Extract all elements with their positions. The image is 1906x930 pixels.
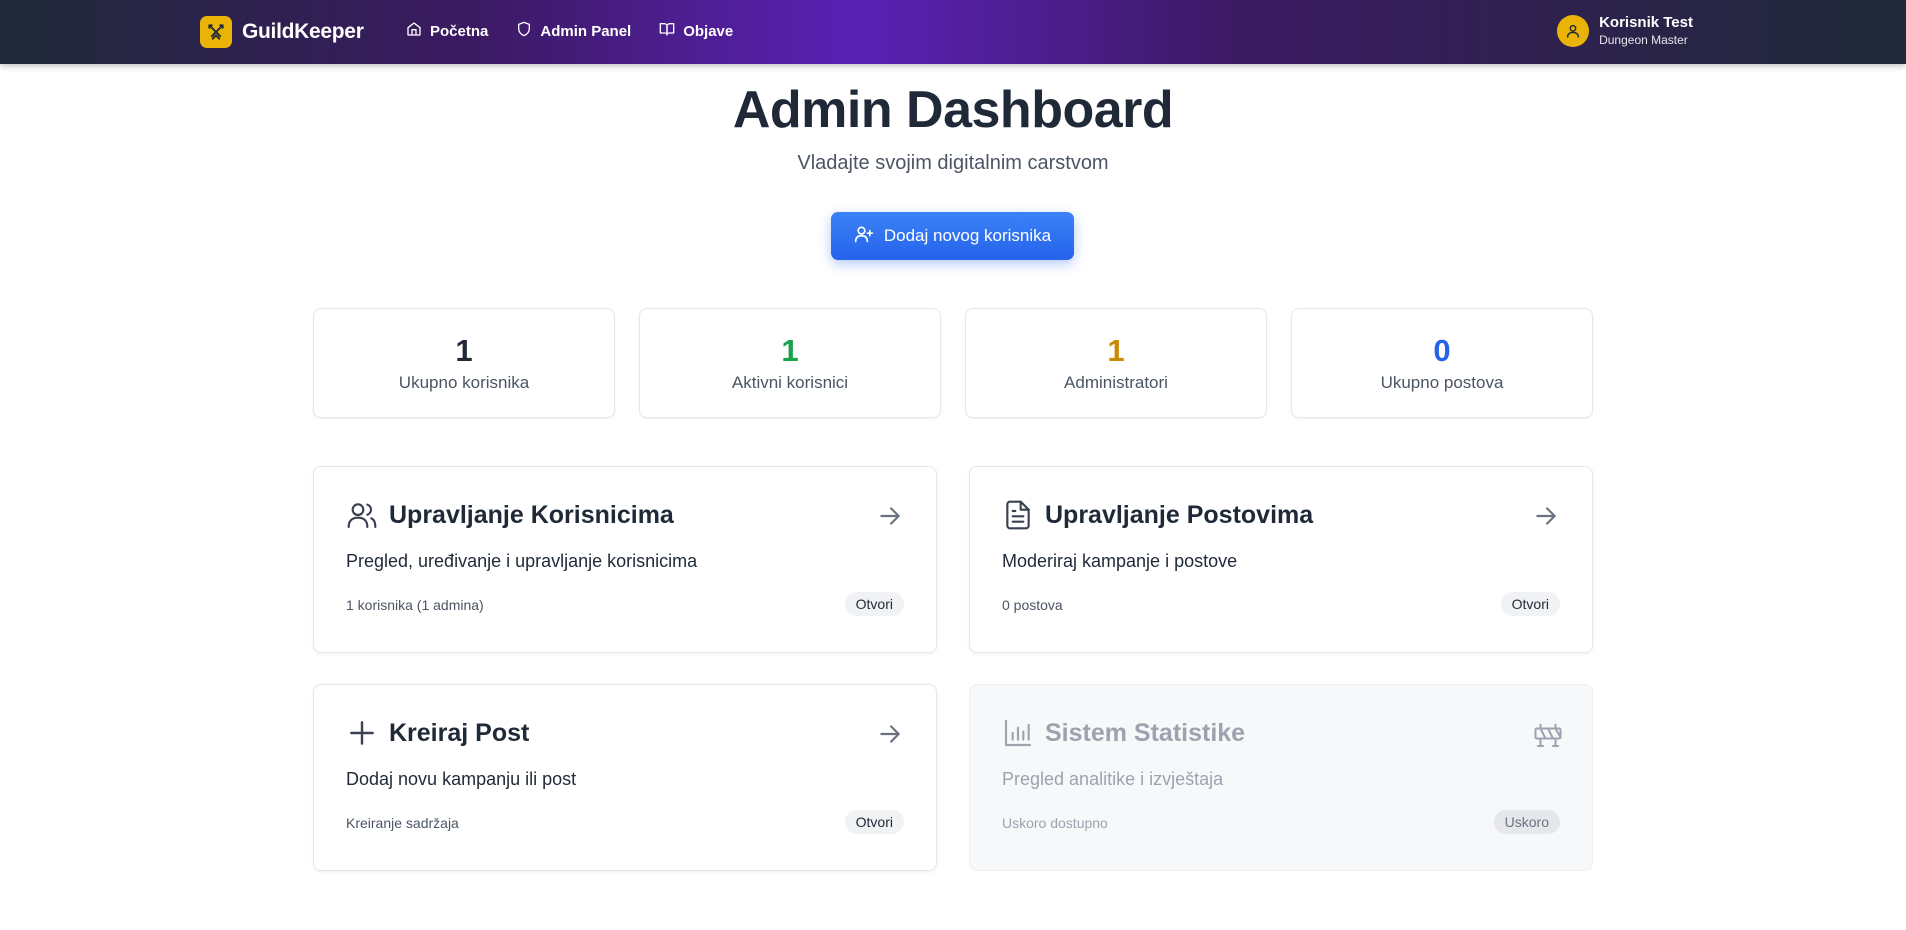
stat-card-total-users: 1 Ukupno korisnika (313, 308, 615, 418)
open-badge[interactable]: Otvori (844, 592, 904, 616)
stat-value: 0 (1433, 333, 1451, 368)
add-user-label: Dodaj novog korisnika (883, 226, 1052, 245)
card-user-management[interactable]: Upravljanje Korisnicima Pregled, uređiva… (313, 466, 937, 653)
card-title: Upravljanje Korisnicima (389, 501, 674, 529)
card-description: Dodaj novu kampanju ili post (346, 769, 577, 789)
card-create-post[interactable]: Kreiraj Post Dodaj novu kampanju ili pos… (313, 684, 937, 871)
card-system-statistics: Sistem Statistike Pregled analitike i iz… (969, 684, 1593, 871)
user-icon (1557, 15, 1590, 47)
bar-chart-icon (1002, 717, 1034, 749)
nav-links: Početna Admin Panel Objave (406, 21, 733, 41)
plus-icon (346, 717, 378, 749)
stat-label: Administratori (1064, 373, 1168, 392)
stat-card-active-users: 1 Aktivni korisnici (639, 308, 941, 418)
user-role: Dungeon Master (1599, 33, 1688, 47)
card-description: Moderiraj kampanje i postove (1002, 551, 1238, 571)
user-menu[interactable]: Korisnik Test Dungeon Master (1557, 14, 1693, 48)
user-plus-icon (854, 224, 874, 249)
card-title: Kreiraj Post (389, 719, 530, 747)
card-description: Pregled analitike i izvještaja (1002, 769, 1224, 789)
page-title: Admin Dashboard (732, 81, 1174, 139)
stat-label: Ukupno korisnika (398, 373, 530, 392)
card-post-management[interactable]: Upravljanje Postovima Moderiraj kampanje… (969, 466, 1593, 653)
stat-card-total-posts: 0 Ukupno postova (1291, 308, 1593, 418)
page-subtitle: Vladajte svojim digitalnim carstvom (797, 152, 1109, 174)
card-meta: 0 postova (1002, 597, 1063, 613)
users-icon (346, 499, 378, 531)
user-info: Korisnik Test Dungeon Master (1599, 14, 1693, 48)
file-text-icon (1002, 499, 1034, 531)
arrow-right-icon[interactable] (877, 503, 903, 529)
card-description: Pregled, uređivanje i upravljanje korisn… (346, 551, 698, 571)
card-meta: Uskoro dostupno (1002, 815, 1108, 831)
brand-link[interactable]: GuildKeeper (200, 16, 364, 48)
stat-value: 1 (455, 333, 473, 368)
arrow-right-icon[interactable] (1533, 503, 1559, 529)
card-title: Upravljanje Postovima (1045, 501, 1314, 529)
stat-label: Aktivni korisnici (731, 373, 849, 392)
construction-icon (1533, 721, 1562, 747)
brand-name: GuildKeeper (242, 20, 364, 43)
open-badge[interactable]: Otvori (844, 810, 904, 834)
stat-value: 1 (781, 333, 799, 368)
open-badge[interactable]: Otvori (1500, 592, 1560, 616)
user-name: Korisnik Test (1599, 14, 1693, 31)
stat-label: Ukupno postova (1380, 373, 1504, 392)
card-meta: Kreiranje sadržaja (346, 815, 459, 831)
nav-link-pocetna[interactable]: Početna (406, 21, 488, 41)
stat-value: 1 (1107, 333, 1125, 368)
nav-link-admin-panel[interactable]: Admin Panel (516, 21, 631, 41)
coming-soon-badge: Uskoro (1493, 810, 1560, 834)
card-meta: 1 korisnika (1 admina) (346, 597, 484, 613)
stat-card-admins: 1 Administratori (965, 308, 1267, 418)
nav-link-label: Početna (430, 22, 489, 40)
nav-link-label: Admin Panel (540, 22, 632, 40)
navbar: GuildKeeper Početna Admin Panel Objave K… (0, 0, 1906, 64)
book-open-icon (659, 21, 675, 41)
nav-link-label: Objave (683, 22, 734, 40)
nav-link-objave[interactable]: Objave (659, 21, 733, 41)
card-title: Sistem Statistike (1045, 719, 1246, 747)
home-icon (406, 21, 422, 41)
shield-icon (516, 21, 532, 41)
crossed-swords-icon (200, 16, 232, 48)
add-user-button[interactable]: Dodaj novog korisnika (831, 212, 1074, 260)
arrow-right-icon[interactable] (877, 721, 903, 747)
